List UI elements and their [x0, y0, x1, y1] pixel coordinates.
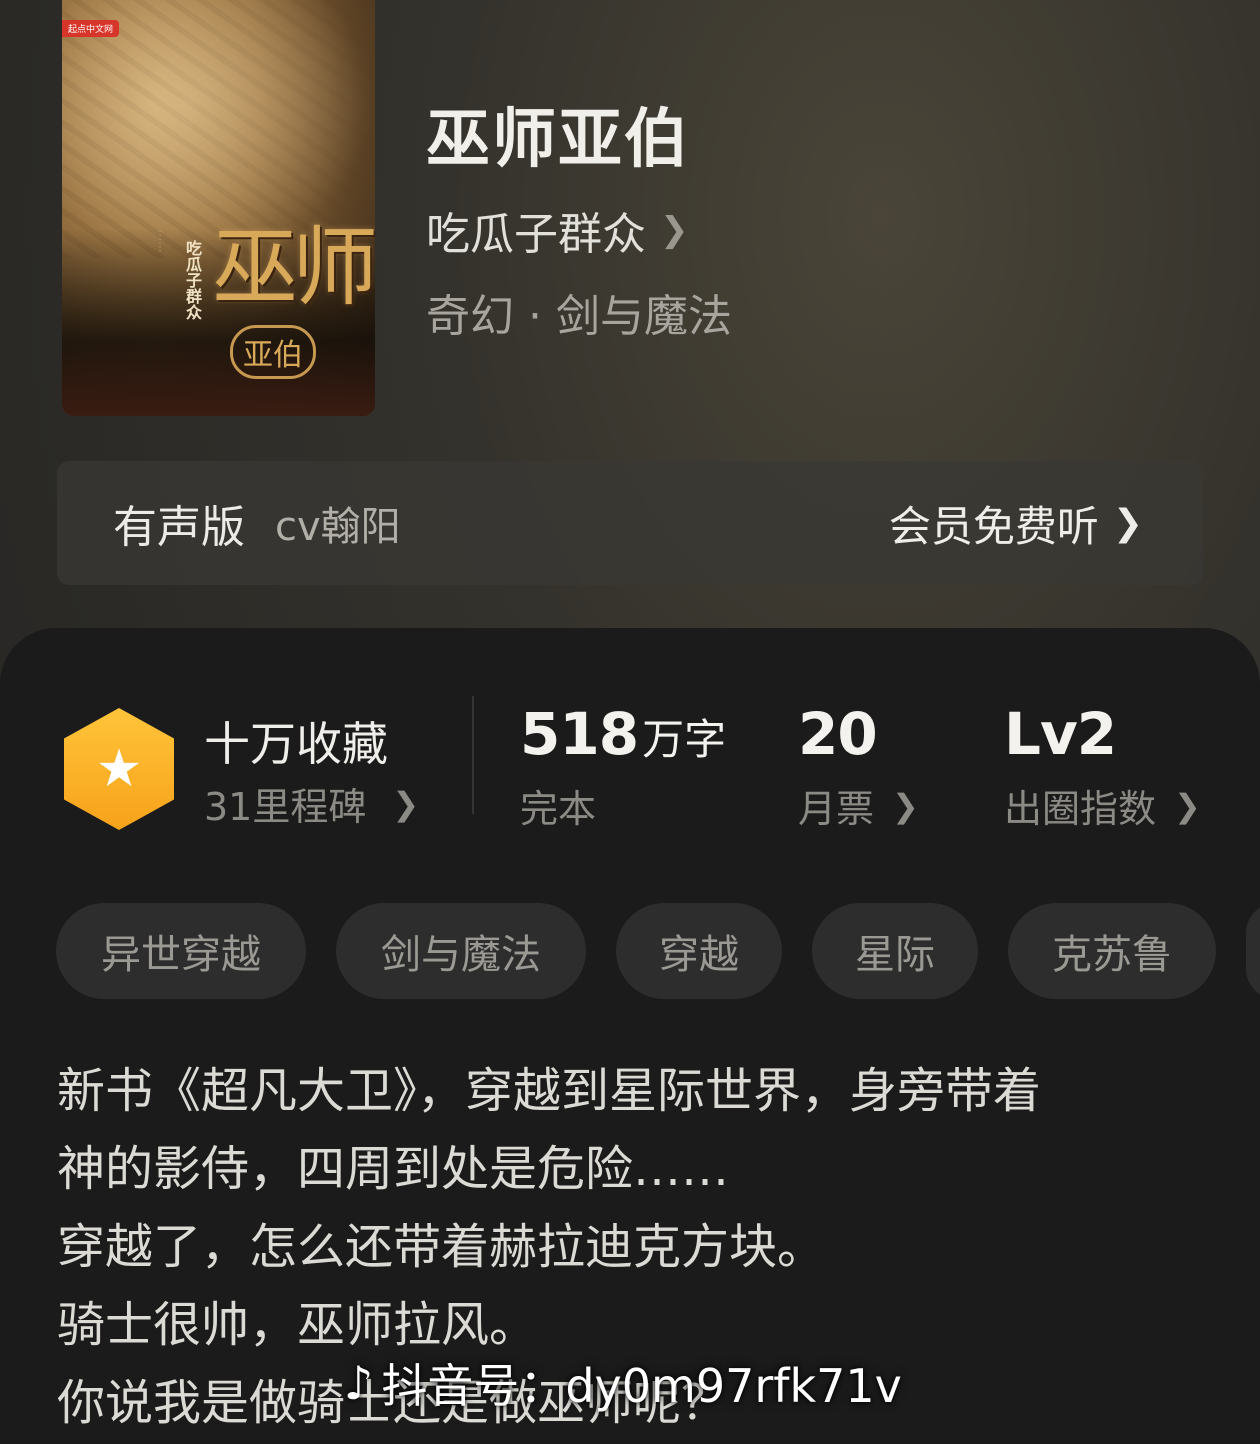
description-line: 神的影侍，四周到处是危险……	[57, 1141, 730, 1197]
breakout-index-label: 出圈指数	[1004, 787, 1157, 831]
chevron-right-icon: ❯	[1174, 786, 1201, 825]
cover-author: 吃瓜子群众	[183, 240, 202, 320]
author-name: 吃瓜子群众	[426, 209, 646, 260]
book-title: 巫师亚伯	[426, 102, 690, 177]
stat-word-count: 518万字 完本	[520, 700, 726, 833]
monthly-votes-label: 月票	[798, 787, 875, 831]
chevron-right-icon: ❯	[392, 784, 420, 823]
star-icon: ★	[95, 739, 143, 799]
member-free-listen-label: 会员免费听	[888, 501, 1099, 551]
chevron-right-icon: ❯	[892, 786, 919, 825]
stats-divider	[472, 696, 474, 814]
word-count-number: 518	[520, 700, 639, 768]
audio-version-bar[interactable]: 有声版 cv翰阳 会员免费听 ❯	[57, 461, 1203, 585]
watermark: ♪ 抖音号：dy0m97rfk71v	[344, 1350, 902, 1416]
collection-title: 十万收藏	[204, 717, 388, 771]
cover-title-small: 亚伯	[230, 325, 316, 379]
tag-chip[interactable]: 剑与魔法	[336, 903, 586, 999]
cover-title-big: 巫师	[212, 218, 375, 318]
author-link[interactable]: 吃瓜子群众 ❯	[426, 198, 689, 262]
completion-status: 完本	[520, 787, 597, 831]
description-line: 穿越了，怎么还带着赫拉迪克方块。	[57, 1219, 826, 1275]
watermark-text: 抖音号：dy0m97rfk71v	[381, 1359, 902, 1413]
tag-chip[interactable]: 穿越	[616, 903, 782, 999]
tiktok-note-icon: ♪	[344, 1356, 374, 1410]
monthly-votes-number: 20	[798, 700, 878, 768]
stat-monthly-votes[interactable]: 20 月票 ❯	[798, 700, 919, 833]
cover-badge: 起点中文网	[62, 20, 120, 37]
milestone-label: 31里程碑	[204, 785, 367, 829]
chevron-right-icon: ❯	[1112, 502, 1143, 544]
tag-chip[interactable]: 克苏鲁	[1008, 903, 1216, 999]
breakout-level: Lv2	[1004, 700, 1117, 768]
milestone-link[interactable]: 31里程碑 ❯	[204, 776, 419, 831]
tag-chip[interactable]: 星际	[812, 903, 978, 999]
book-detail-page: 起点中文网 ······ 吃瓜子群众 巫师 亚伯 巫师亚伯 吃瓜子群众 ❯ 奇幻…	[0, 0, 1260, 1444]
audio-label: 有声版	[113, 502, 245, 553]
book-cover[interactable]: 起点中文网 ······ 吃瓜子群众 巫师 亚伯	[62, 0, 375, 416]
word-count-unit: 万字	[642, 715, 727, 764]
audio-narrator: cv翰阳	[275, 504, 401, 550]
cover-blurb: ······	[154, 230, 164, 254]
chevron-right-icon: ❯	[660, 210, 689, 250]
description-line: 新书《超凡大卫》，穿越到星际世界，身旁带着	[57, 1063, 1042, 1119]
tag-chip[interactable]: 异世穿越	[56, 903, 306, 999]
book-genre: 奇幻 · 剑与魔法	[426, 291, 732, 342]
stat-breakout-index[interactable]: Lv2 出圈指数 ❯	[1004, 700, 1201, 833]
member-free-listen-button[interactable]: 会员免费听 ❯	[889, 461, 1143, 585]
